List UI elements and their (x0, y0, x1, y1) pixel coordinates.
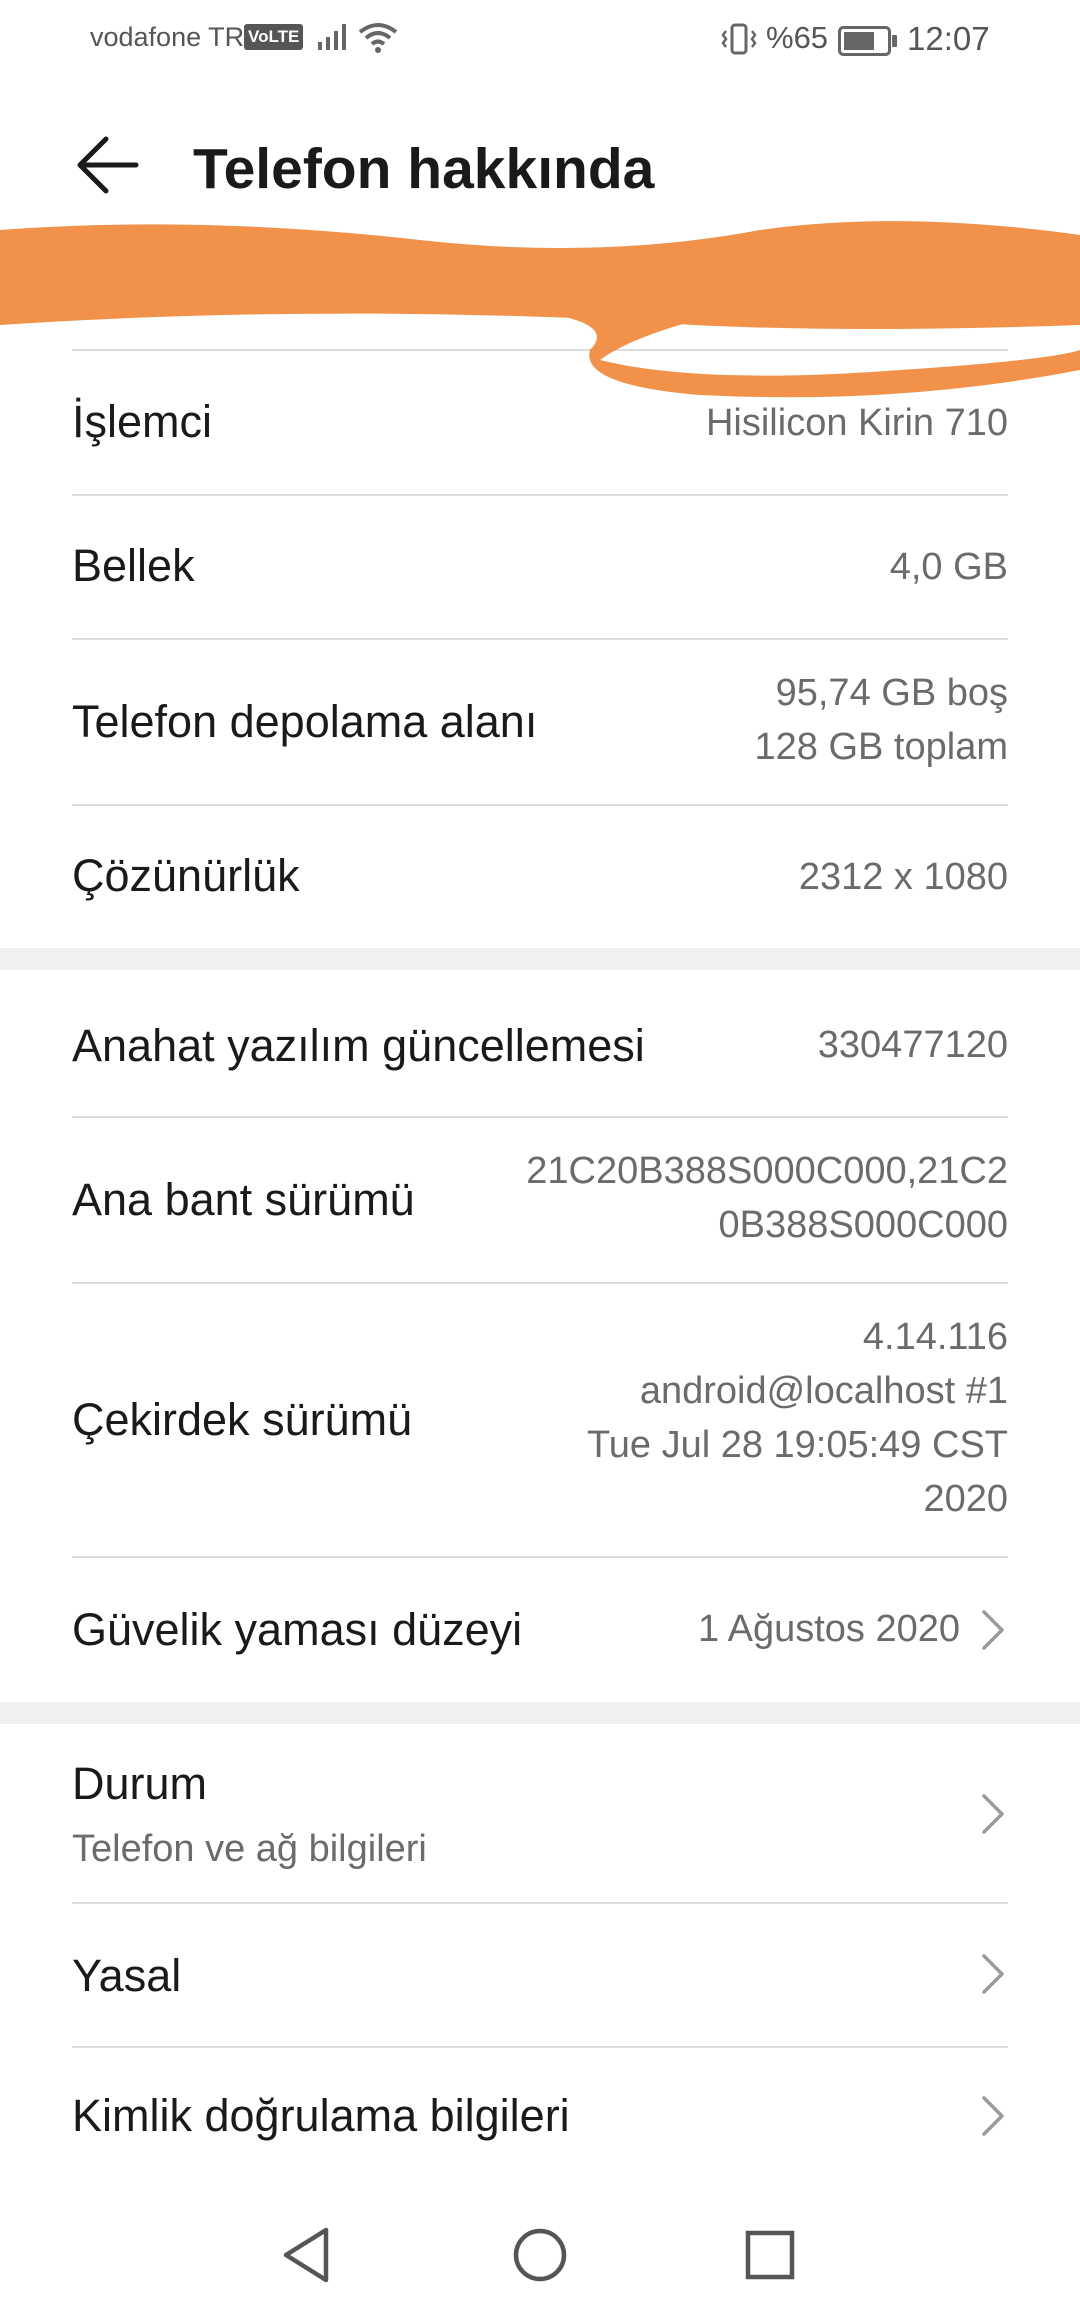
list-item-baseband: Ana bant sürümü 21C20B388S000C000,21C2 0… (72, 1118, 1008, 1282)
baseband-line-2: 0B388S000C000 (718, 1204, 1008, 1246)
software-update-label: Anahat yazılım güncellemesi (72, 1020, 645, 1071)
kernel-value: 4.14.116 android@localhost #1 Tue Jul 28… (587, 1310, 1008, 1526)
list-item-status[interactable]: Durum Telefon ve ağ bilgileri (72, 1724, 1008, 1902)
certification-label: Kimlik doğrulama bilgileri (72, 2090, 570, 2141)
list-item-storage: Telefon depolama alanı 95,74 GB boş 128 … (72, 640, 1008, 804)
battery-icon (838, 26, 897, 56)
navigation-bar (0, 2200, 1080, 2312)
status-sublabel: Telefon ve ağ bilgileri (72, 1828, 427, 1870)
list-item-certification[interactable]: Kimlik doğrulama bilgileri (72, 2048, 1008, 2190)
storage-free: 95,74 GB boş (775, 672, 1008, 714)
kernel-line-4: 2020 (923, 1478, 1008, 1520)
vibrate-icon (721, 23, 757, 55)
security-patch-label: Güvelik yaması düzeyi (72, 1604, 523, 1655)
resolution-label: Çözünürlük (72, 850, 300, 901)
kernel-line-1: 4.14.116 (862, 1316, 1008, 1358)
kernel-line-3: Tue Jul 28 19:05:49 CST (586, 1424, 1008, 1466)
page-title: Telefon hakkında (193, 137, 655, 201)
chevron-right-icon (982, 2096, 1004, 2136)
signal-icon (318, 24, 346, 50)
home-circle-icon[interactable] (505, 2220, 575, 2290)
back-arrow-icon[interactable] (72, 130, 142, 200)
baseband-line-1: 21C20B388S000C000,21C2 (526, 1150, 1008, 1192)
storage-value: 95,74 GB boş 128 GB toplam (755, 666, 1008, 774)
section-separator (0, 948, 1080, 970)
carrier-name: vodafone TR (90, 22, 245, 52)
clock: 12:07 (907, 20, 990, 57)
recents-square-icon[interactable] (735, 2220, 805, 2290)
back-triangle-icon[interactable] (272, 2220, 342, 2290)
storage-label: Telefon depolama alanı (72, 696, 538, 747)
chevron-right-icon (982, 1954, 1004, 1994)
kernel-line-2: android@localhost #1 (639, 1370, 1008, 1412)
legal-label: Yasal (72, 1950, 182, 2001)
baseband-label: Ana bant sürümü (72, 1174, 415, 1225)
status-bar: vodafone TR VoLTE %65 12:07 (0, 0, 1080, 84)
list-item-security-patch[interactable]: Güvelik yaması düzeyi 1 Ağustos 2020 (72, 1558, 1008, 1702)
list-item-legal[interactable]: Yasal (72, 1904, 1008, 2046)
list-item-processor: İşlemci Hisilicon Kirin 710 (72, 350, 1008, 495)
list-item-resolution: Çözünürlük 2312 x 1080 (72, 806, 1008, 946)
section-separator (0, 1702, 1080, 1724)
status-label: Durum (72, 1758, 208, 1809)
wifi-icon (358, 23, 398, 53)
security-patch-value: 1 Ağustos 2020 (698, 1608, 960, 1650)
resolution-value: 2312 x 1080 (798, 856, 1008, 898)
list-item-kernel: Çekirdek sürümü 4.14.116 android@localho… (72, 1284, 1008, 1556)
processor-label: İşlemci (72, 396, 213, 447)
volte-badge: VoLTE (244, 24, 304, 50)
baseband-value: 21C20B388S000C000,21C2 0B388S000C000 (526, 1144, 1008, 1252)
storage-total: 128 GB toplam (754, 726, 1008, 768)
processor-value: Hisilicon Kirin 710 (705, 402, 1008, 444)
chevron-right-icon (982, 1610, 1004, 1650)
list-item-memory: Bellek 4,0 GB (72, 496, 1008, 638)
software-update-value: 330477120 (817, 1024, 1008, 1066)
memory-value: 4,0 GB (889, 546, 1008, 588)
list-item-software-update: Anahat yazılım güncellemesi 330477120 (72, 972, 1008, 1116)
chevron-right-icon (982, 1794, 1004, 1834)
battery-percent: %65 (766, 20, 829, 55)
kernel-label: Çekirdek sürümü (72, 1394, 413, 1445)
memory-label: Bellek (72, 540, 195, 591)
